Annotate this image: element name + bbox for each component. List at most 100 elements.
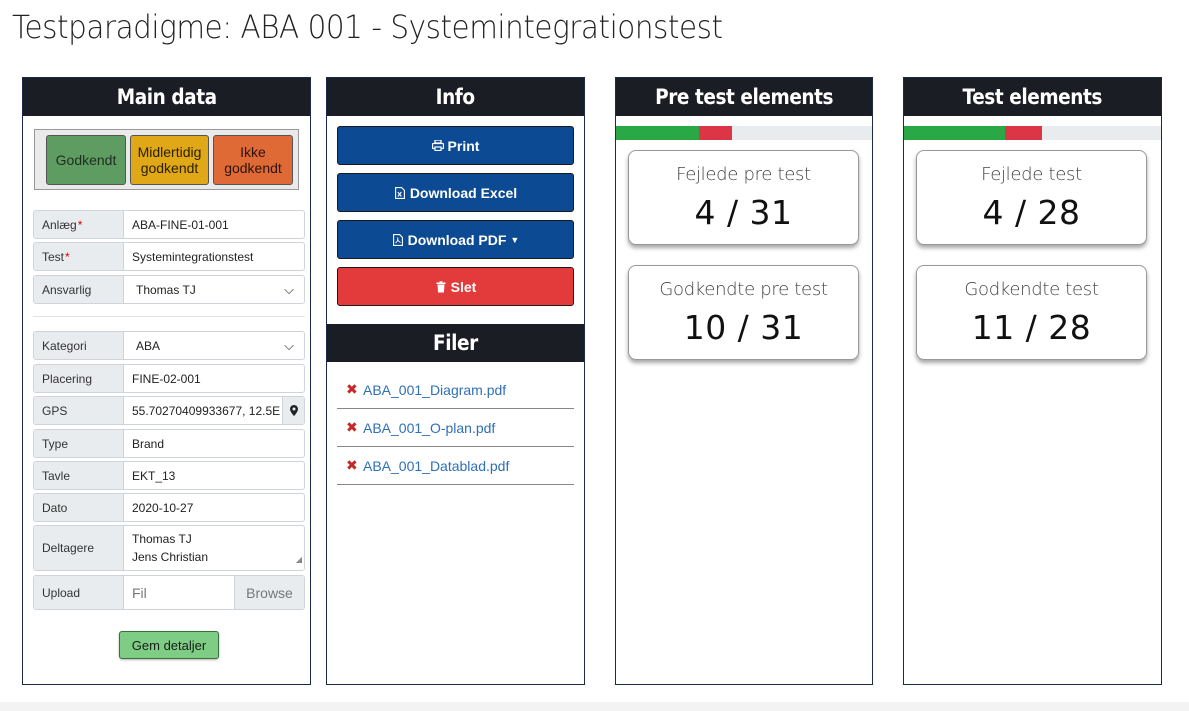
info-heading: Info (327, 78, 584, 116)
passed-pre-test-card: Godkendte pre test 10 / 31 (628, 265, 859, 360)
deltagere-line: Thomas TJ (132, 532, 192, 546)
field-test: Test * Systemintegrationstest (33, 242, 305, 271)
upload-placeholder: Fil (132, 584, 147, 601)
files-heading: Filer (327, 324, 584, 362)
deltagere-line: Jens Christian (132, 550, 209, 564)
printer-icon (431, 140, 444, 152)
progress-passed-segment (616, 126, 699, 140)
gps-input[interactable]: 55.70270409933677, 12.5E (124, 397, 282, 424)
kategori-select[interactable]: ABA ⌵ (124, 332, 304, 359)
file-pdf-icon (392, 233, 404, 246)
field-upload: Upload Fil Browse (33, 575, 305, 610)
close-icon[interactable]: ✖ (346, 381, 362, 398)
deltagere-label: Deltagere (34, 526, 124, 570)
card-label: Fejlede test (981, 164, 1082, 185)
download-excel-button[interactable]: Download Excel (337, 173, 574, 212)
file-link[interactable]: ABA_001_O-plan.pdf (363, 420, 495, 436)
file-link[interactable]: ABA_001_Datablad.pdf (363, 458, 509, 474)
progress-failed-segment (698, 126, 732, 140)
status-rejected-button[interactable]: Ikke godkendt (213, 135, 293, 185)
card-label: Fejlede pre test (676, 164, 811, 185)
test-heading: Test elements (904, 78, 1161, 116)
upload-input[interactable]: Fil (124, 576, 234, 609)
chevron-down-icon: ⌵ (284, 281, 294, 297)
required-marker: * (77, 217, 83, 232)
file-item: ✖ ABA_001_Datablad.pdf (337, 447, 574, 485)
form-divider (33, 316, 305, 317)
info-panel: Info Print Download Excel Download PDF ▼… (326, 77, 585, 685)
field-gps: GPS 55.70270409933677, 12.5E (33, 396, 305, 425)
progress-failed-segment (1004, 126, 1042, 140)
tavle-input[interactable]: EKT_13 (124, 462, 304, 489)
field-placering: Placering FINE-02-001 (33, 364, 305, 393)
field-tavle: Tavle EKT_13 (33, 461, 305, 490)
file-item: ✖ ABA_001_O-plan.pdf (337, 409, 574, 447)
resize-handle-icon[interactable]: ◢ (296, 551, 302, 569)
card-label: Godkendte pre test (659, 279, 828, 300)
print-label: Print (447, 137, 480, 154)
pre-test-panel: Pre test elements Fejlede pre test 4 / 3… (615, 77, 873, 685)
field-dato: Dato 2020-10-27 (33, 493, 305, 522)
kategori-value: ABA (136, 338, 161, 353)
file-link[interactable]: ABA_001_Diagram.pdf (363, 382, 506, 398)
card-value: 4 / 28 (982, 193, 1081, 232)
field-ansvarlig: Ansvarlig Thomas TJ ⌵ (33, 275, 305, 304)
field-deltagere: Deltagere Thomas TJ Jens Christian ◢ (33, 525, 305, 571)
pre-test-heading: Pre test elements (616, 78, 872, 116)
upload-label: Upload (34, 576, 124, 609)
anlaeg-input[interactable]: ABA-FINE-01-001 (124, 211, 304, 238)
delete-label: Slet (450, 278, 477, 295)
card-label: Godkendte test (964, 279, 1099, 300)
chevron-down-icon: ⌵ (284, 337, 294, 353)
card-value: 11 / 28 (971, 308, 1092, 347)
type-label: Type (34, 430, 124, 457)
anlaeg-label: Anlæg (42, 217, 77, 232)
save-details-button[interactable]: Gem detaljer (119, 631, 219, 659)
field-kategori: Kategori ABA ⌵ (33, 331, 305, 360)
failed-test-card: Fejlede test 4 / 28 (916, 150, 1147, 245)
required-marker: * (65, 249, 70, 264)
page-footer-strip (0, 702, 1189, 711)
test-label: Test (42, 249, 65, 264)
dato-label: Dato (34, 494, 124, 521)
ansvarlig-label: Ansvarlig (34, 276, 124, 303)
trash-icon (435, 280, 447, 293)
ansvarlig-select[interactable]: Thomas TJ ⌵ (124, 276, 304, 303)
file-excel-icon (394, 186, 406, 199)
download-pdf-label: Download PDF (407, 231, 507, 248)
status-approved-button[interactable]: Godkendt (46, 135, 126, 185)
caret-down-icon: ▼ (510, 234, 520, 245)
ansvarlig-value: Thomas TJ (136, 282, 196, 297)
file-item: ✖ ABA_001_Diagram.pdf (337, 371, 574, 409)
failed-pre-test-card: Fejlede pre test 4 / 31 (628, 150, 859, 245)
pre-test-progress-bar (616, 126, 872, 140)
download-pdf-button[interactable]: Download PDF ▼ (337, 220, 574, 259)
passed-test-card: Godkendte test 11 / 28 (916, 265, 1147, 360)
field-type: Type Brand (33, 429, 305, 458)
placering-label: Placering (34, 365, 124, 392)
test-input[interactable]: Systemintegrationstest (124, 243, 304, 270)
deltagere-textarea[interactable]: Thomas TJ Jens Christian ◢ (124, 526, 304, 570)
dato-input[interactable]: 2020-10-27 (124, 494, 304, 521)
card-value: 10 / 31 (683, 308, 804, 347)
tavle-label: Tavle (34, 462, 124, 489)
test-progress-bar (904, 126, 1161, 140)
close-icon[interactable]: ✖ (346, 419, 362, 436)
card-value: 4 / 31 (694, 193, 793, 232)
page-title: Testparadigme: ABA 001 - Systemintegrati… (12, 8, 723, 46)
test-panel: Test elements Fejlede test 4 / 28 Godken… (903, 77, 1162, 685)
main-data-panel: Main data Godkendt Midlertidig godkendt … (22, 77, 311, 685)
status-selector: Godkendt Midlertidig godkendt Ikke godke… (34, 129, 299, 190)
kategori-label: Kategori (34, 332, 124, 359)
delete-button[interactable]: Slet (337, 267, 574, 306)
print-button[interactable]: Print (337, 126, 574, 165)
browse-button[interactable]: Browse (234, 576, 304, 609)
placering-input[interactable]: FINE-02-001 (124, 365, 304, 392)
map-marker-icon[interactable] (282, 397, 304, 424)
main-data-heading: Main data (23, 78, 310, 116)
type-input[interactable]: Brand (124, 430, 304, 457)
close-icon[interactable]: ✖ (346, 457, 362, 474)
status-temporary-button[interactable]: Midlertidig godkendt (130, 135, 209, 185)
gps-label: GPS (34, 397, 124, 424)
field-anlaeg: Anlæg * ABA-FINE-01-001 (33, 210, 305, 239)
